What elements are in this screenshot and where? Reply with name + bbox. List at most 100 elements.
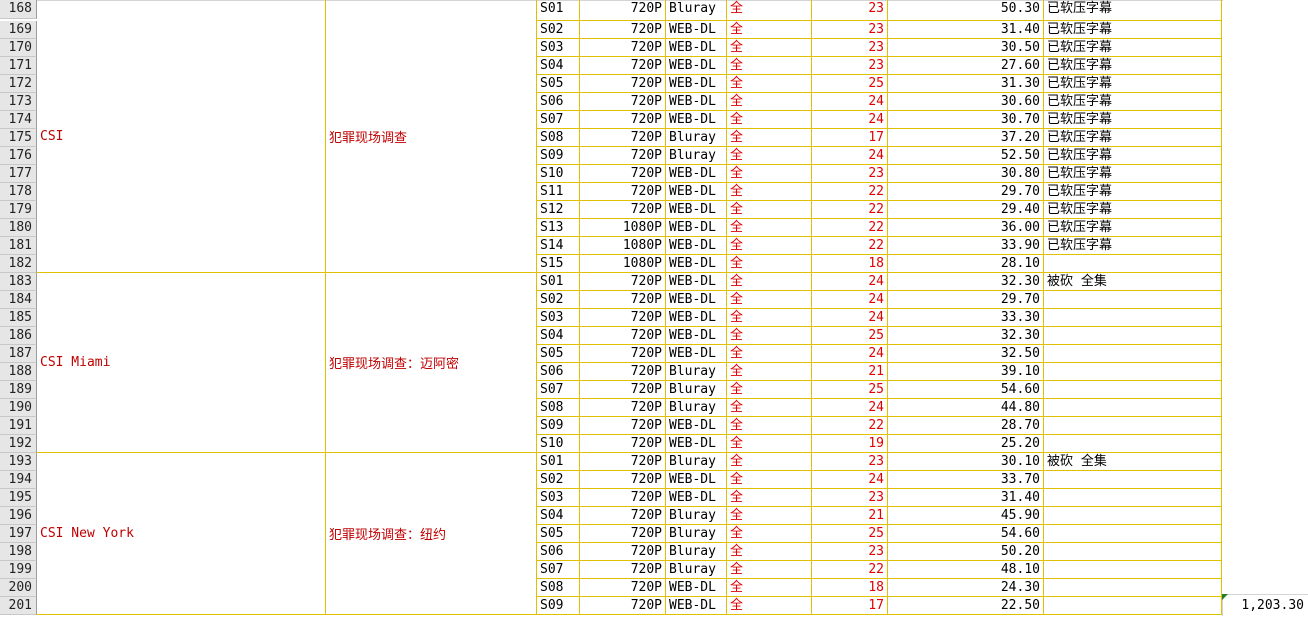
size-cell[interactable]: 39.10 [888, 363, 1044, 381]
season-cell[interactable]: S04 [537, 57, 580, 75]
source-cell[interactable]: WEB-DL [666, 93, 727, 111]
source-cell[interactable]: Bluray [666, 453, 727, 471]
size-cell[interactable]: 28.10 [888, 255, 1044, 273]
row-header[interactable]: 191 [0, 417, 37, 435]
note-cell[interactable]: 已软压字幕 [1044, 75, 1222, 93]
status-cell[interactable]: 全 [727, 363, 812, 381]
size-cell[interactable]: 29.70 [888, 183, 1044, 201]
source-cell[interactable]: Bluray [666, 525, 727, 543]
size-cell[interactable]: 27.60 [888, 57, 1044, 75]
episodes-cell[interactable]: 24 [812, 93, 888, 111]
source-cell[interactable]: WEB-DL [666, 489, 727, 507]
season-cell[interactable]: S08 [537, 129, 580, 147]
status-cell[interactable]: 全 [727, 525, 812, 543]
episodes-cell[interactable]: 24 [812, 399, 888, 417]
season-cell[interactable]: S06 [537, 93, 580, 111]
row-header[interactable]: 171 [0, 57, 37, 75]
status-cell[interactable]: 全 [727, 255, 812, 273]
season-cell[interactable]: S05 [537, 525, 580, 543]
season-cell[interactable]: S04 [537, 507, 580, 525]
episodes-cell[interactable]: 25 [812, 75, 888, 93]
note-cell[interactable] [1044, 579, 1222, 597]
source-cell[interactable]: WEB-DL [666, 237, 727, 255]
status-cell[interactable]: 全 [727, 21, 812, 39]
resolution-cell[interactable]: 720P [580, 75, 666, 93]
resolution-cell[interactable]: 720P [580, 597, 666, 615]
chinese-title-cell[interactable]: 犯罪现场调查 [326, 0, 537, 273]
row-header[interactable]: 177 [0, 165, 37, 183]
season-cell[interactable]: S05 [537, 345, 580, 363]
resolution-cell[interactable]: 720P [580, 183, 666, 201]
row-header[interactable]: 178 [0, 183, 37, 201]
source-cell[interactable]: WEB-DL [666, 345, 727, 363]
resolution-cell[interactable]: 720P [580, 39, 666, 57]
resolution-cell[interactable]: 720P [580, 453, 666, 471]
status-cell[interactable]: 全 [727, 57, 812, 75]
season-cell[interactable]: S15 [537, 255, 580, 273]
note-cell[interactable] [1044, 417, 1222, 435]
note-cell[interactable] [1044, 399, 1222, 417]
note-cell[interactable] [1044, 345, 1222, 363]
size-cell[interactable]: 31.40 [888, 21, 1044, 39]
resolution-cell[interactable]: 720P [580, 525, 666, 543]
status-cell[interactable]: 全 [727, 381, 812, 399]
season-cell[interactable]: S04 [537, 327, 580, 345]
resolution-cell[interactable]: 720P [580, 93, 666, 111]
size-cell[interactable]: 52.50 [888, 147, 1044, 165]
status-cell[interactable]: 全 [727, 453, 812, 471]
resolution-cell[interactable]: 720P [580, 489, 666, 507]
episodes-cell[interactable]: 23 [812, 489, 888, 507]
row-header[interactable]: 197 [0, 525, 37, 543]
source-cell[interactable]: WEB-DL [666, 201, 727, 219]
resolution-cell[interactable]: 720P [580, 57, 666, 75]
episodes-cell[interactable]: 17 [812, 129, 888, 147]
size-cell[interactable]: 31.30 [888, 75, 1044, 93]
season-cell[interactable]: S10 [537, 165, 580, 183]
episodes-cell[interactable]: 22 [812, 237, 888, 255]
row-header[interactable]: 189 [0, 381, 37, 399]
row-header[interactable]: 179 [0, 201, 37, 219]
row-header[interactable]: 182 [0, 255, 37, 273]
episodes-cell[interactable]: 24 [812, 345, 888, 363]
row-header[interactable]: 187 [0, 345, 37, 363]
episodes-cell[interactable]: 24 [812, 273, 888, 291]
row-header[interactable]: 199 [0, 561, 37, 579]
source-cell[interactable]: WEB-DL [666, 255, 727, 273]
note-cell[interactable]: 已软压字幕 [1044, 165, 1222, 183]
resolution-cell[interactable]: 720P [580, 0, 666, 21]
episodes-cell[interactable]: 18 [812, 255, 888, 273]
source-cell[interactable]: Bluray [666, 381, 727, 399]
resolution-cell[interactable]: 720P [580, 309, 666, 327]
status-cell[interactable]: 全 [727, 327, 812, 345]
status-cell[interactable]: 全 [727, 129, 812, 147]
status-cell[interactable]: 全 [727, 273, 812, 291]
note-cell[interactable] [1044, 363, 1222, 381]
note-cell[interactable] [1044, 435, 1222, 453]
source-cell[interactable]: WEB-DL [666, 57, 727, 75]
status-cell[interactable]: 全 [727, 93, 812, 111]
source-cell[interactable]: WEB-DL [666, 273, 727, 291]
source-cell[interactable]: Bluray [666, 129, 727, 147]
status-cell[interactable]: 全 [727, 75, 812, 93]
source-cell[interactable]: WEB-DL [666, 21, 727, 39]
season-cell[interactable]: S11 [537, 183, 580, 201]
season-cell[interactable]: S09 [537, 147, 580, 165]
source-cell[interactable]: Bluray [666, 0, 727, 21]
row-header[interactable]: 169 [0, 21, 37, 39]
size-cell[interactable]: 30.60 [888, 93, 1044, 111]
source-cell[interactable]: WEB-DL [666, 435, 727, 453]
resolution-cell[interactable]: 720P [580, 471, 666, 489]
resolution-cell[interactable]: 720P [580, 381, 666, 399]
resolution-cell[interactable]: 720P [580, 291, 666, 309]
status-cell[interactable]: 全 [727, 147, 812, 165]
resolution-cell[interactable]: 720P [580, 417, 666, 435]
status-cell[interactable]: 全 [727, 219, 812, 237]
resolution-cell[interactable]: 720P [580, 579, 666, 597]
note-cell[interactable]: 被砍 全集 [1044, 273, 1222, 291]
english-title-cell[interactable]: CSI New York [37, 453, 326, 615]
status-cell[interactable]: 全 [727, 165, 812, 183]
note-cell[interactable] [1044, 255, 1222, 273]
status-cell[interactable]: 全 [727, 417, 812, 435]
row-header[interactable]: 193 [0, 453, 37, 471]
source-cell[interactable]: WEB-DL [666, 183, 727, 201]
